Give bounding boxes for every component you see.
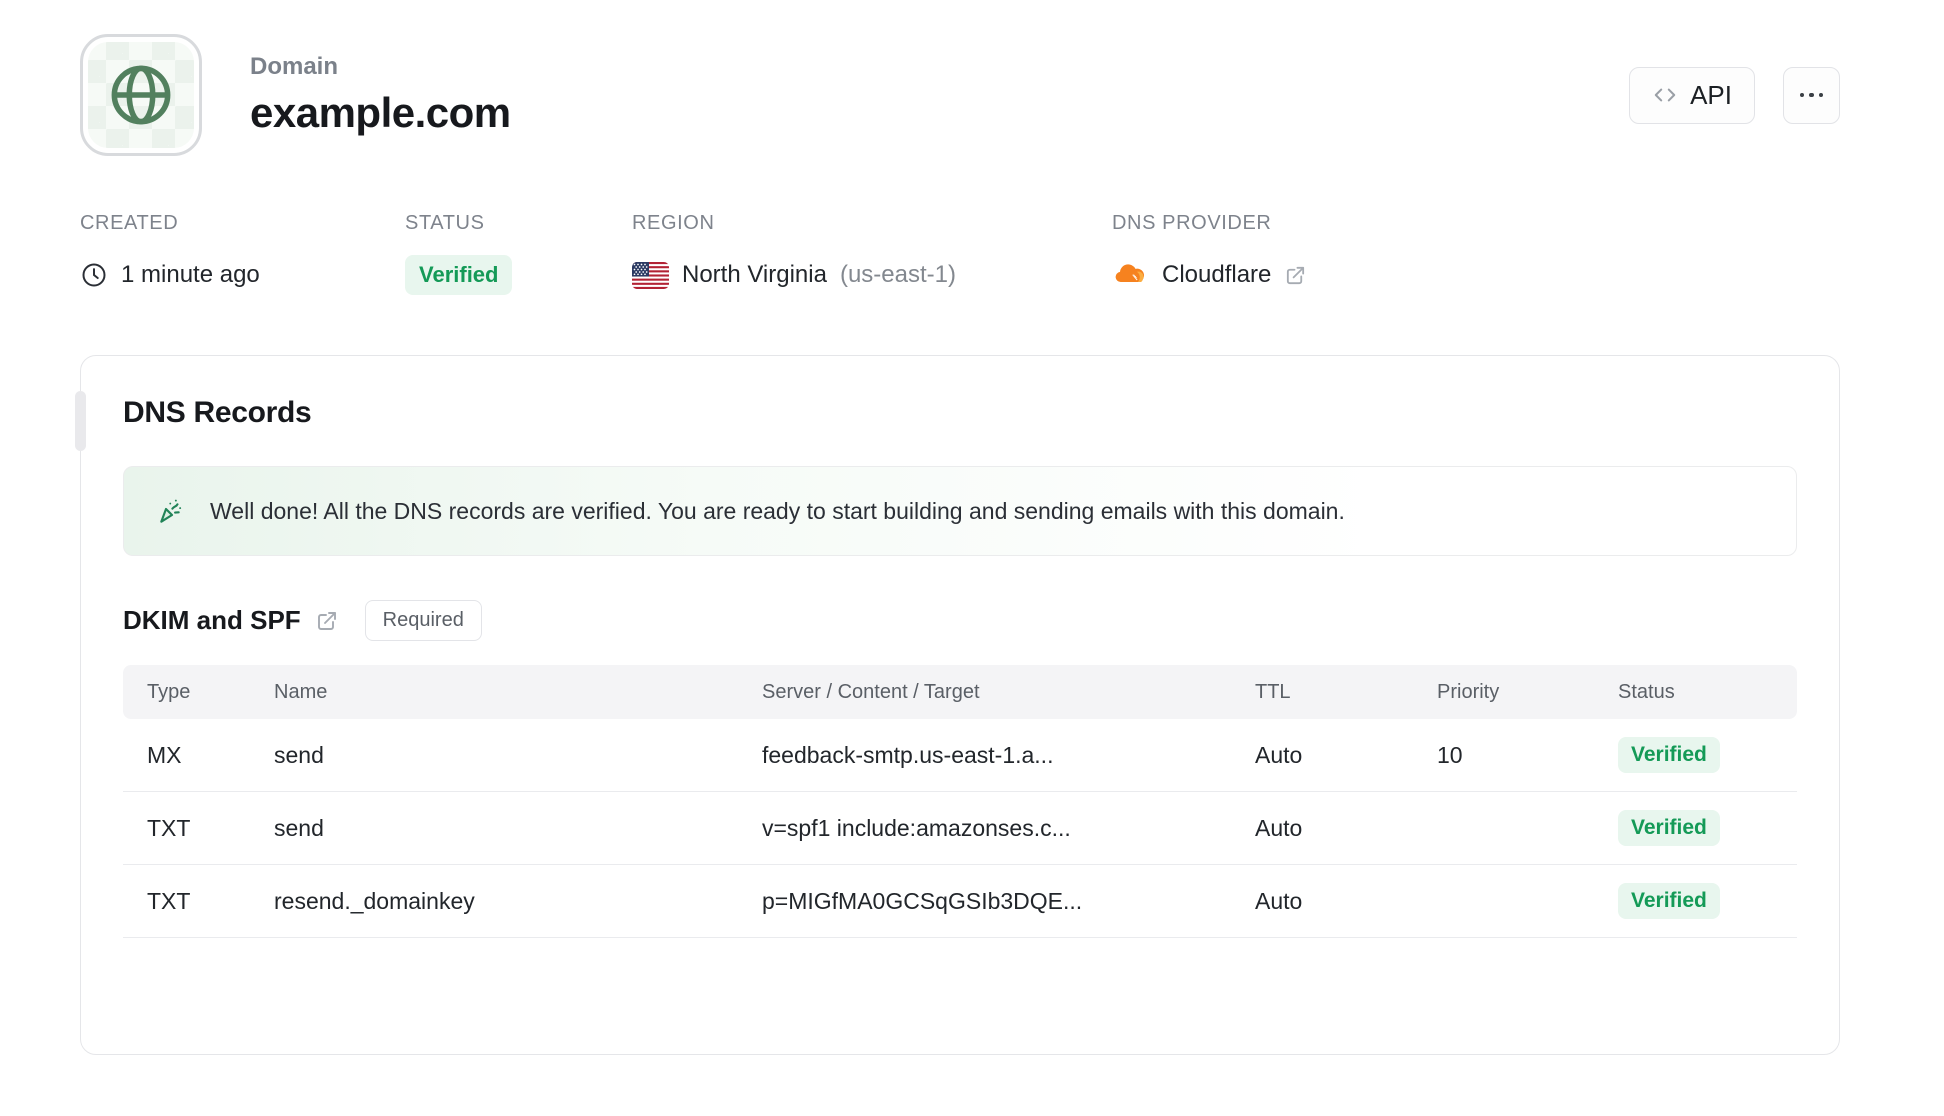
dkim-spf-header: DKIM and SPF Required — [123, 600, 1797, 641]
meta-created: CREATED 1 minute ago — [80, 212, 405, 295]
us-flag-icon — [632, 261, 669, 289]
required-badge: Required — [364, 600, 482, 641]
external-link-icon[interactable] — [315, 609, 339, 633]
cell-ttl: Auto — [1255, 814, 1303, 841]
code-icon — [1652, 82, 1678, 108]
table-header-row: Type Name Server / Content / Target TTL … — [123, 665, 1797, 719]
record-status-badge: Verified — [1618, 810, 1720, 846]
external-link-icon[interactable] — [1284, 264, 1307, 287]
cell-status: Verified — [1594, 883, 1797, 919]
cell-ttl: Auto — [1255, 741, 1303, 768]
status-label: STATUS — [405, 212, 485, 234]
cell-status: Verified — [1594, 810, 1797, 846]
cell-name: send — [274, 814, 324, 841]
cell-priority: 10 — [1437, 741, 1463, 768]
clock-icon — [80, 261, 108, 289]
meta-dns-provider: DNS PROVIDER Cloudflare — [1112, 212, 1307, 295]
api-button-label: API — [1690, 79, 1732, 110]
dns-records-card: DNS Records Well done! All the DNS recor… — [75, 355, 1840, 1055]
column-header-type: Type — [147, 680, 191, 703]
table-row: MX send feedback-smtp.us-east-1.a... Aut… — [123, 719, 1797, 792]
dns-provider-value: Cloudflare — [1162, 261, 1272, 288]
page-title: example.com — [250, 89, 511, 136]
ellipsis-icon — [1799, 92, 1824, 98]
cell-content: v=spf1 include:amazonses.c... — [762, 814, 1071, 841]
cell-content: p=MIGfMA0GCSqGSIb3DQE... — [762, 887, 1083, 914]
party-popper-icon — [154, 495, 186, 527]
globe-icon — [102, 56, 180, 134]
record-status-badge: Verified — [1618, 737, 1720, 773]
cell-type: MX — [147, 741, 182, 768]
more-options-button[interactable] — [1783, 66, 1840, 124]
meta-region: REGION North Virginia (us-east-1) — [632, 212, 1112, 295]
cell-name: resend._domainkey — [274, 887, 475, 914]
column-header-name: Name — [274, 680, 328, 703]
created-label: CREATED — [80, 212, 179, 234]
domain-page: Domain example.com API CREATED 1 minute … — [0, 0, 1944, 1055]
page-header: Domain example.com API — [80, 34, 1840, 156]
dns-records-title: DNS Records — [123, 396, 312, 429]
cell-type: TXT — [147, 887, 191, 914]
meta-status: STATUS Verified — [405, 212, 632, 295]
card-notch — [75, 391, 86, 451]
dkim-spf-title: DKIM and SPF — [123, 605, 339, 636]
region-value: North Virginia — [682, 261, 827, 288]
column-header-content: Server / Content / Target — [762, 680, 980, 703]
column-header-ttl: TTL — [1255, 680, 1291, 703]
dns-records-table: Type Name Server / Content / Target TTL … — [123, 665, 1797, 938]
header-info: Domain example.com — [250, 53, 511, 137]
cell-ttl: Auto — [1255, 887, 1303, 914]
created-value: 1 minute ago — [121, 261, 260, 288]
table-row: TXT send v=spf1 include:amazonses.c... A… — [123, 792, 1797, 865]
page-type-label: Domain — [250, 53, 339, 80]
dns-provider-label: DNS PROVIDER — [1112, 212, 1272, 234]
cloudflare-icon — [1112, 261, 1149, 289]
cell-type: TXT — [147, 814, 191, 841]
table-body: MX send feedback-smtp.us-east-1.a... Aut… — [123, 719, 1797, 938]
success-banner-text: Well done! All the DNS records are verif… — [210, 497, 1345, 524]
table-row: TXT resend._domainkey p=MIGfMA0GCSqGSIb3… — [123, 865, 1797, 938]
header-actions: API — [1629, 66, 1840, 124]
record-status-badge: Verified — [1618, 883, 1720, 919]
api-button[interactable]: API — [1629, 66, 1755, 124]
success-banner: Well done! All the DNS records are verif… — [123, 466, 1797, 556]
column-header-status: Status — [1618, 680, 1675, 703]
cell-name: send — [274, 741, 324, 768]
domain-avatar — [80, 34, 202, 156]
column-header-priority: Priority — [1437, 680, 1500, 703]
region-label: REGION — [632, 212, 715, 234]
region-code: (us-east-1) — [839, 261, 956, 288]
meta-row: CREATED 1 minute ago STATUS Verified REG… — [80, 212, 1840, 295]
cell-status: Verified — [1594, 737, 1797, 773]
status-badge: Verified — [405, 255, 513, 295]
cell-content: feedback-smtp.us-east-1.a... — [762, 741, 1054, 768]
